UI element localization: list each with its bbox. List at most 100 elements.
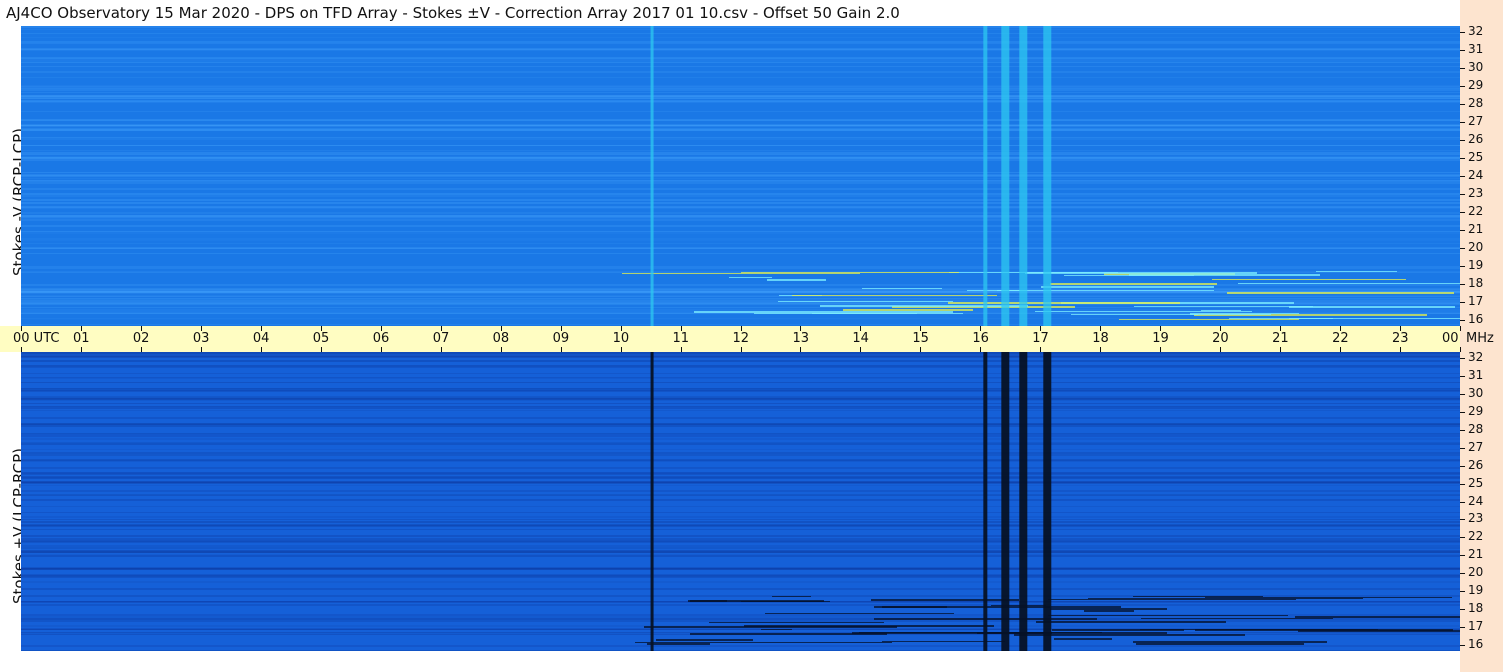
emission-streak: [1035, 311, 1252, 312]
emission-streak: [997, 290, 1214, 291]
time-tick-mark: [21, 326, 22, 331]
noise-band: [21, 61, 1460, 63]
time-tick-label: 22: [1332, 331, 1349, 346]
emission-streak: [1041, 286, 1214, 288]
noise-band: [21, 360, 1460, 362]
time-tick-mark: [980, 326, 982, 331]
time-tick-mark: [740, 326, 742, 331]
emission-streak: [1238, 283, 1460, 284]
top-mhz-tick: [1460, 140, 1465, 141]
noise-band: [21, 554, 1460, 555]
emission-streak: [761, 629, 792, 630]
emission-streak: [744, 625, 994, 627]
noise-band: [21, 555, 1460, 557]
emission-streak: [635, 642, 892, 643]
top-mhz-tick: [1460, 122, 1465, 123]
noise-band: [21, 355, 1460, 357]
noise-band: [21, 253, 1460, 254]
noise-band: [21, 354, 1460, 355]
time-tick-mark: [140, 326, 142, 331]
noise-band: [21, 424, 1460, 425]
emission-streak: [690, 633, 887, 635]
noise-band: [21, 442, 1460, 443]
emission-streak: [812, 313, 917, 314]
bottom-mhz-label: 16: [1468, 637, 1484, 651]
emission-streak: [1289, 306, 1455, 308]
time-tick-label: 21: [1272, 331, 1289, 346]
top-mhz-tick: [1460, 86, 1465, 87]
noise-band: [21, 490, 1460, 492]
noise-band: [21, 174, 1460, 176]
noise-band: [21, 48, 1460, 50]
top-mhz-label: 22: [1468, 204, 1484, 218]
noise-band: [21, 195, 1460, 197]
time-tick-label: 00 UTC: [13, 331, 60, 346]
noise-band: [21, 529, 1460, 530]
bottom-mhz-tick: [1460, 555, 1465, 557]
time-tick-label: 12: [732, 331, 750, 346]
noise-band: [21, 435, 1460, 437]
noise-band: [21, 88, 1460, 89]
bottom-mhz-tick: [1460, 645, 1465, 646]
time-tick-label: 06: [372, 331, 390, 346]
noise-band: [21, 238, 1460, 240]
noise-band: [21, 71, 1460, 73]
noise-band: [21, 247, 1460, 249]
bottom-mhz-tick: [1460, 591, 1465, 593]
emission-streak: [778, 301, 953, 302]
noise-band: [21, 575, 1460, 577]
noise-band: [21, 551, 1460, 553]
time-tick-mark: [920, 326, 922, 331]
time-tick-mark: [800, 326, 802, 331]
noise-band: [21, 378, 1460, 379]
spectrogram-top: [21, 26, 1460, 326]
noise-band: [21, 417, 1460, 419]
noise-band: [21, 604, 1460, 606]
noise-band: [21, 632, 1460, 633]
noise-band: [21, 86, 1460, 88]
noise-band: [21, 156, 1460, 157]
noise-band: [21, 367, 1460, 368]
noise-band: [21, 41, 1460, 43]
top-mhz-tick: [1460, 230, 1465, 231]
noise-band: [21, 89, 1460, 91]
noise-band: [21, 66, 1460, 67]
emission-streak: [1084, 610, 1134, 612]
bottom-mhz-label: 32: [1468, 350, 1484, 364]
time-tick-label: 16: [972, 331, 989, 346]
time-tick-label: 15: [912, 331, 929, 346]
noise-band: [21, 577, 1460, 578]
time-tick-mark: [80, 326, 82, 331]
noise-band: [21, 459, 1460, 461]
emission-streak: [622, 273, 860, 274]
time-tick-label: 07: [432, 331, 450, 346]
noise-band: [21, 645, 1460, 647]
time-tick-label: 23: [1392, 331, 1409, 346]
top-mhz-label: 31: [1468, 42, 1484, 56]
time-tick-label: 03: [192, 331, 210, 346]
noise-band: [21, 373, 1460, 374]
time-tick-label: 19: [1152, 331, 1169, 346]
emission-streak: [862, 288, 942, 289]
bottom-mhz-tick: [1460, 627, 1465, 629]
time-tick-label: 08: [492, 331, 510, 346]
mhz-unit-label: MHz: [1466, 331, 1494, 346]
noise-band: [21, 154, 1460, 155]
emission-streak: [1190, 314, 1271, 315]
time-tick-mark: [320, 326, 322, 331]
noise-band: [21, 77, 1460, 78]
noise-band: [21, 390, 1460, 392]
noise-band: [21, 157, 1460, 158]
emission-streak: [792, 295, 997, 296]
emission-streak: [843, 309, 973, 311]
interference-line: [1019, 26, 1028, 326]
emission-streak: [1205, 597, 1452, 598]
noise-band: [21, 352, 1460, 354]
bottom-mhz-tick: [1460, 358, 1465, 359]
time-tick-label: 04: [252, 331, 270, 346]
noise-band: [21, 289, 1460, 290]
bottom-mhz-label: 30: [1468, 385, 1484, 400]
top-mhz-label: 29: [1468, 78, 1484, 92]
noise-band: [21, 382, 1460, 383]
top-mhz-label: 27: [1468, 114, 1484, 128]
